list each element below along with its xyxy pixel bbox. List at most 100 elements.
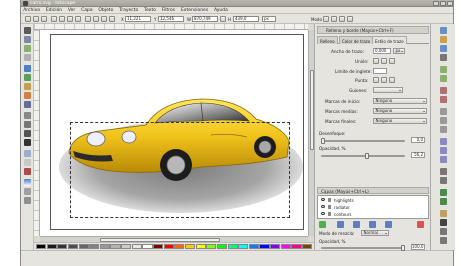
dock-header[interactable]: Relleno y borde (Mayús+Ctrl+F) (317, 26, 429, 34)
eraser-tool-icon[interactable] (24, 159, 31, 166)
3d-box-tool-icon[interactable] (24, 74, 31, 81)
layer-row[interactable]: contours (318, 211, 428, 217)
select-all-icon[interactable] (25, 16, 31, 22)
layers-panel-header[interactable]: Capas (Mayús+Ctrl+L) (317, 187, 429, 194)
zoom-tool-icon[interactable] (24, 54, 31, 61)
join-miter-icon[interactable] (373, 58, 379, 64)
palette-swatch[interactable] (163, 244, 174, 249)
selector-tool-icon[interactable] (24, 27, 31, 34)
palette-swatch[interactable] (153, 244, 164, 249)
connector-tool-icon[interactable] (24, 197, 31, 204)
opacity-slider[interactable] (321, 153, 405, 159)
menu-texto[interactable]: Texto (142, 7, 158, 14)
menu-trayecto[interactable]: Trayecto (117, 7, 141, 14)
opacity-slider-knob[interactable] (365, 153, 369, 159)
tab-estilo-de-trazo[interactable]: Estilo de trazo (372, 36, 407, 44)
menu-filtros[interactable]: Filtros (160, 7, 178, 14)
palette-swatch[interactable] (238, 244, 249, 249)
palette-swatch[interactable] (216, 244, 228, 249)
select-all-layers-icon[interactable] (33, 16, 39, 22)
text-tool-icon[interactable] (24, 139, 31, 146)
x-field[interactable]: 11,221 (125, 16, 151, 22)
tab-relleno[interactable]: Relleno (317, 36, 338, 44)
palette-swatch[interactable] (206, 244, 217, 249)
cap-round-icon[interactable] (381, 77, 387, 83)
transform-gradients-icon[interactable] (339, 16, 345, 22)
miter-limit-field[interactable] (373, 68, 387, 74)
paste-icon[interactable] (440, 126, 447, 133)
new-document-icon[interactable] (440, 27, 447, 34)
blur-slider[interactable] (321, 138, 405, 144)
layer-to-bottom-icon[interactable] (385, 221, 392, 228)
palette-swatch[interactable] (248, 244, 259, 249)
units-select[interactable]: px (262, 16, 276, 22)
clone-icon[interactable] (440, 177, 447, 184)
palette-swatch[interactable] (67, 244, 79, 249)
palette-swatch[interactable] (57, 244, 68, 249)
join-round-icon[interactable] (381, 58, 387, 64)
ellipse-tool-icon[interactable] (24, 83, 31, 90)
palette-swatch[interactable] (184, 244, 196, 249)
menu-archivo[interactable]: Archivo (21, 7, 42, 14)
menu-edicion[interactable]: Edición (44, 7, 65, 14)
menu-extensiones[interactable]: Extensiones (179, 7, 211, 14)
menu-capa[interactable]: Capa (79, 7, 95, 14)
palette-swatch[interactable] (89, 244, 100, 249)
w-field[interactable]: 870,749 (192, 16, 218, 22)
menu-ayuda[interactable]: Ayuda (212, 7, 230, 14)
h-field[interactable]: 439,0 (233, 16, 259, 22)
spray-tool-icon[interactable] (24, 150, 31, 157)
undo-icon[interactable] (440, 87, 447, 94)
import-icon[interactable] (440, 66, 447, 73)
scale-stroke-icon[interactable] (323, 16, 329, 22)
add-layer-icon[interactable] (319, 221, 326, 228)
zoom-page-icon[interactable] (440, 156, 447, 163)
raise-icon[interactable] (93, 16, 99, 22)
export-icon[interactable] (440, 75, 447, 82)
cut-icon[interactable] (440, 117, 447, 124)
raise-to-top-icon[interactable] (85, 16, 91, 22)
ungroup-icon[interactable] (440, 198, 447, 205)
maximize-button[interactable] (440, 1, 446, 6)
scale-corners-icon[interactable] (331, 16, 337, 22)
palette-swatch[interactable] (174, 244, 185, 249)
gradient-tool-icon[interactable] (24, 179, 31, 186)
save-icon[interactable] (440, 45, 447, 52)
lock-icon[interactable] (328, 205, 331, 209)
zoom-drawing-icon[interactable] (440, 147, 447, 154)
palette-swatch[interactable] (110, 244, 121, 249)
group-icon[interactable] (440, 189, 447, 196)
blend-mode-select[interactable]: Normal (361, 230, 389, 236)
eye-icon[interactable] (321, 205, 325, 208)
rectangle-tool-icon[interactable] (24, 65, 31, 72)
fill-stroke-icon[interactable] (440, 210, 447, 217)
zoom-selection-icon[interactable] (440, 138, 447, 145)
blur-field[interactable]: 0,0 (411, 137, 425, 143)
stroke-width-field[interactable]: 0,000 (373, 48, 391, 54)
start-markers-select[interactable]: Ninguno (373, 98, 427, 104)
menu-objeto[interactable]: Objeto (96, 7, 115, 14)
cap-butt-icon[interactable] (373, 77, 379, 83)
palette-swatch[interactable] (121, 244, 132, 249)
opacity-field[interactable]: 56,2 (411, 152, 425, 158)
palette-swatch[interactable] (227, 244, 238, 249)
palette-swatch[interactable] (291, 244, 302, 249)
layer-row[interactable]: highlights (318, 197, 428, 203)
lock-icon[interactable] (328, 212, 331, 216)
rotate-ccw-icon[interactable] (51, 16, 57, 22)
tweak-tool-icon[interactable] (24, 45, 31, 52)
layer-opacity-slider-knob[interactable] (401, 245, 405, 251)
print-icon[interactable] (440, 54, 447, 61)
lock-ratio-icon[interactable] (220, 16, 226, 22)
menu-ver[interactable]: Ver (66, 7, 78, 14)
layer-down-icon[interactable] (369, 221, 376, 228)
layer-opacity-slider[interactable] (321, 245, 405, 251)
palette-swatch[interactable] (270, 244, 281, 249)
eye-icon[interactable] (321, 212, 325, 215)
redo-icon[interactable] (440, 96, 447, 103)
join-bevel-icon[interactable] (389, 58, 395, 64)
tab-color-de-trazo[interactable]: Color de trazo (339, 36, 374, 44)
flip-horizontal-icon[interactable] (67, 16, 73, 22)
mid-markers-select[interactable]: Ninguno (373, 108, 427, 114)
palette-swatch[interactable] (280, 244, 291, 249)
